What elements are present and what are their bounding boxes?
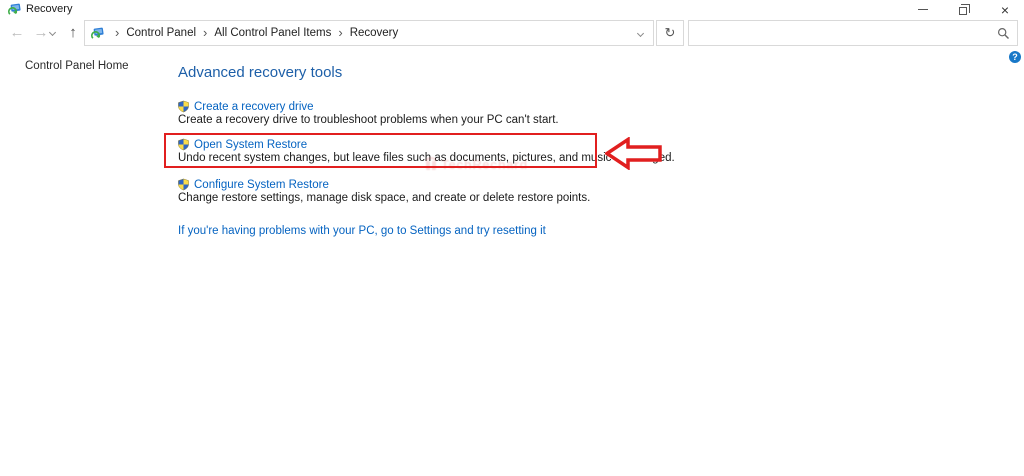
- navigation-bar: ← → ↑ › Control Panel › All Control Pane…: [0, 19, 1024, 48]
- tool-row-configure-system-restore[interactable]: Configure System Restore: [177, 178, 329, 191]
- recovery-breadcrumb-icon: [91, 27, 104, 39]
- configure-system-restore-link[interactable]: Configure System Restore: [194, 179, 329, 191]
- search-box: [688, 20, 1018, 46]
- create-recovery-drive-description: Create a recovery drive to troubleshoot …: [178, 114, 559, 126]
- recovery-window: Recovery × ← → ↑ › Control Panel › All C…: [0, 0, 1024, 476]
- close-icon: ×: [1000, 1, 1010, 18]
- close-button[interactable]: ×: [990, 0, 1020, 19]
- open-system-restore-description: Undo recent system changes, but leave fi…: [178, 152, 675, 164]
- window-title: Recovery: [26, 3, 73, 15]
- history-dropdown-icon[interactable]: [48, 28, 57, 37]
- up-button[interactable]: ↑: [62, 22, 84, 44]
- uac-shield-icon: [178, 178, 189, 191]
- address-dropdown-icon[interactable]: [636, 29, 645, 38]
- uac-shield-icon: [178, 138, 189, 151]
- restore-icon: [959, 3, 970, 15]
- sidebar-item-control-panel-home[interactable]: Control Panel Home: [25, 60, 129, 72]
- create-recovery-drive-link[interactable]: Create a recovery drive: [194, 101, 314, 113]
- search-input[interactable]: [693, 22, 993, 44]
- tool-row-create-recovery-drive[interactable]: Create a recovery drive: [177, 100, 314, 113]
- help-icon[interactable]: ?: [1009, 51, 1021, 63]
- restore-button[interactable]: [948, 0, 978, 19]
- breadcrumb-all-items[interactable]: All Control Panel Items: [214, 27, 331, 39]
- back-button[interactable]: ←: [6, 22, 28, 44]
- breadcrumb-recovery[interactable]: Recovery: [350, 27, 399, 39]
- search-icon[interactable]: [997, 27, 1010, 40]
- reset-pc-settings-link[interactable]: If you're having problems with your PC, …: [178, 225, 546, 237]
- configure-system-restore-description: Change restore settings, manage disk spa…: [178, 192, 591, 204]
- refresh-button[interactable]: ↻: [656, 20, 684, 46]
- tool-row-open-system-restore[interactable]: Open System Restore: [177, 138, 307, 151]
- breadcrumb-separator: ›: [115, 25, 120, 40]
- title-bar: Recovery ×: [0, 0, 1024, 19]
- page-title: Advanced recovery tools: [178, 64, 343, 81]
- uac-shield-icon: [178, 100, 189, 113]
- breadcrumb-control-panel[interactable]: Control Panel: [126, 27, 196, 39]
- address-bar[interactable]: › Control Panel › All Control Panel Item…: [84, 20, 654, 46]
- breadcrumb-separator: ›: [203, 25, 208, 40]
- open-system-restore-link[interactable]: Open System Restore: [194, 139, 307, 151]
- recovery-app-icon: [8, 3, 21, 15]
- breadcrumb-separator: ›: [338, 25, 343, 40]
- minimize-icon: [918, 9, 928, 10]
- minimize-button[interactable]: [908, 0, 938, 19]
